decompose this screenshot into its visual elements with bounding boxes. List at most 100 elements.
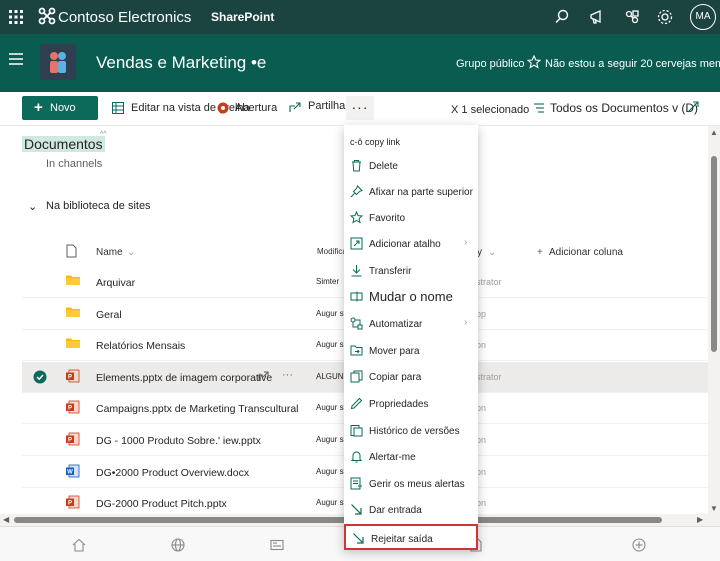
- in-channels-label[interactable]: In channels: [46, 158, 102, 170]
- chevron-down-icon[interactable]: ⌄: [488, 247, 496, 258]
- avatar[interactable]: MA: [690, 4, 716, 30]
- share-icon[interactable]: [623, 8, 641, 26]
- scroll-down-icon[interactable]: ▼: [710, 504, 718, 513]
- menu-item-label: c-ô copy link: [350, 137, 401, 147]
- megaphone-icon[interactable]: [588, 8, 606, 26]
- file-name[interactable]: Relatórios Mensais: [96, 340, 185, 352]
- more-options-icon[interactable]: ···: [282, 369, 293, 381]
- rename-icon: [350, 290, 363, 303]
- svg-text:P: P: [68, 438, 72, 444]
- menu-item-dar-entrada[interactable]: Dar entrada: [344, 497, 478, 523]
- scroll-right-icon[interactable]: ▶: [697, 515, 703, 524]
- star-icon[interactable]: [527, 55, 541, 69]
- star-icon: [350, 211, 363, 224]
- menu-item-label: Alertar-me: [369, 452, 416, 463]
- menu-item-favorito[interactable]: Favorito: [344, 205, 478, 231]
- scroll-up-icon[interactable]: ▲: [710, 128, 718, 137]
- file-name[interactable]: Campaigns.pptx de Marketing Transcultura…: [96, 403, 299, 415]
- chevron-down-icon[interactable]: ⌄: [28, 200, 37, 213]
- history-icon: [350, 424, 363, 437]
- menu-item-gerir-os-meus-alertas[interactable]: Gerir os meus alertas: [344, 471, 478, 497]
- menu-item-c-o-copy-link[interactable]: c-ô copy link: [344, 128, 478, 154]
- menu-item-historico-de-versoes[interactable]: Histórico de versões: [344, 418, 478, 444]
- file-name[interactable]: DG•2000 Product Overview.docx: [96, 467, 249, 479]
- menu-item-automatizar[interactable]: Automatizar ›: [344, 311, 478, 337]
- create-icon[interactable]: [632, 538, 646, 552]
- follow-button[interactable]: Não estou a seguir 20 cervejas mem: [545, 58, 720, 70]
- file-name[interactable]: DG-2000 Product Pitch.pptx: [96, 498, 227, 510]
- open-button[interactable]: Abertura: [235, 102, 277, 114]
- grid-edit-button[interactable]: Editar na vista de grelha: [131, 102, 250, 114]
- site-title[interactable]: Vendas e Marketing •e: [96, 53, 266, 73]
- menu-item-label: Afixar na parte superior: [369, 187, 473, 198]
- menu-item-label: Mover para: [369, 346, 420, 357]
- library-section-label[interactable]: Na biblioteca de sites: [46, 200, 151, 212]
- pin-icon: [350, 185, 363, 198]
- share-icon: [289, 101, 302, 114]
- globe-icon[interactable]: [171, 538, 185, 552]
- file-name[interactable]: Geral: [96, 309, 122, 321]
- svg-text:W: W: [67, 470, 73, 476]
- menu-item-label: Copiar para: [369, 372, 422, 383]
- chevron-down-icon[interactable]: ⌄: [127, 247, 135, 258]
- plus-icon: +: [537, 247, 543, 258]
- menu-item-afixar-na-parte-superior[interactable]: Afixar na parte superior: [344, 179, 478, 205]
- more-options-button[interactable]: ···: [346, 96, 374, 120]
- column-header-name[interactable]: Name: [96, 247, 123, 258]
- selection-count[interactable]: X 1 selecionado: [451, 104, 529, 116]
- suite-bar: Contoso Electronics SharePoint MA: [0, 0, 720, 34]
- app-name[interactable]: SharePoint: [211, 10, 274, 24]
- home-icon[interactable]: [72, 538, 86, 552]
- menu-item-mudar-o-nome[interactable]: Mudar o nome: [344, 284, 478, 310]
- expand-icon[interactable]: [687, 101, 699, 113]
- brand-name[interactable]: Contoso Electronics: [58, 9, 191, 26]
- checkmark-icon[interactable]: [33, 370, 47, 384]
- modified-by-cell: strator: [476, 277, 502, 287]
- site-logo[interactable]: [40, 44, 76, 80]
- powerpoint-file-icon: P: [66, 369, 80, 383]
- heading-tip: ^^: [100, 131, 107, 138]
- hamburger-menu-icon[interactable]: [8, 52, 24, 66]
- settings-icon[interactable]: [656, 8, 674, 26]
- modified-cell: Simter: [316, 277, 340, 286]
- word-file-icon: W: [66, 464, 80, 478]
- grid-icon: [112, 102, 124, 114]
- menu-item-delete[interactable]: Delete: [344, 153, 478, 179]
- horizontal-scroll-thumb[interactable]: [14, 517, 662, 523]
- plus-icon: +: [34, 99, 43, 116]
- discard-checkout-icon: [352, 532, 365, 545]
- menu-item-label: Favorito: [369, 213, 406, 224]
- new-button-label: Novo: [50, 102, 76, 114]
- powerpoint-file-icon: P: [66, 495, 80, 509]
- menu-item-label: Dar entrada: [369, 505, 422, 516]
- menu-item-copiar-para[interactable]: Copiar para: [344, 364, 478, 390]
- share-button[interactable]: Partilhar: [308, 100, 349, 112]
- vertical-scroll-thumb[interactable]: [711, 156, 717, 352]
- file-name[interactable]: DG - 1000 Produto Sobre.' iew.pptx: [96, 435, 261, 447]
- file-name[interactable]: Arquivar: [96, 277, 135, 289]
- share-icon[interactable]: [258, 370, 270, 382]
- menu-item-label: Histórico de versões: [369, 426, 460, 437]
- new-button[interactable]: + Novo: [22, 96, 98, 120]
- view-selector[interactable]: Todos os Documentos v (D): [550, 101, 698, 115]
- powerpoint-file-icon: P: [66, 400, 80, 414]
- scroll-left-icon[interactable]: ◀: [3, 515, 9, 524]
- news-icon[interactable]: [270, 538, 284, 552]
- app-launcher-icon[interactable]: [8, 9, 24, 25]
- command-bar: + Novo Editar na vista de grelha Abertur…: [0, 92, 720, 126]
- shortcut-icon: [350, 237, 363, 250]
- file-name[interactable]: Elements.pptx de imagem corporative: [96, 372, 272, 384]
- menu-item-transferir[interactable]: Transferir: [344, 258, 478, 284]
- add-column-button[interactable]: Adicionar coluna: [549, 247, 623, 258]
- folder-icon: [66, 337, 80, 349]
- copy-icon: [350, 370, 363, 383]
- menu-item-propriedades[interactable]: Propriedades: [344, 391, 478, 417]
- powerpoint-file-icon: P: [66, 432, 80, 446]
- pencil-icon: [350, 397, 363, 410]
- menu-item-adicionar-atalho[interactable]: Adicionar atalho ›: [344, 231, 478, 257]
- menu-item-rejeitar-saida[interactable]: Rejeitar saída: [344, 524, 478, 550]
- menu-item-mover-para[interactable]: Mover para: [344, 338, 478, 364]
- search-icon[interactable]: [553, 8, 571, 26]
- menu-item-alertar-me[interactable]: Alertar-me: [344, 444, 478, 470]
- chevron-right-icon: ›: [464, 317, 468, 328]
